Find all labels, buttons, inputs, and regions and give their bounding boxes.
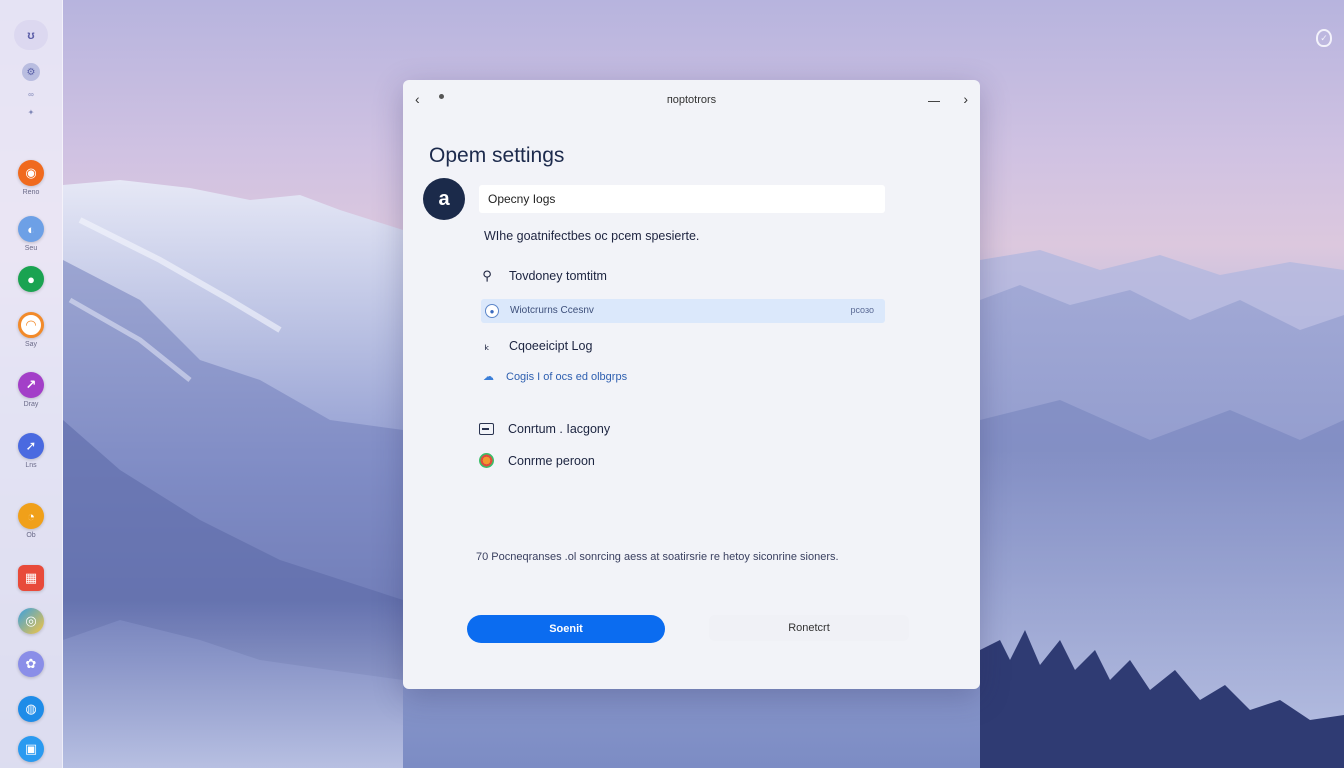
- blue-circle-icon: ◍: [18, 696, 44, 722]
- tools-icon: ₖ: [484, 338, 490, 353]
- dock-app-3[interactable]: ◠ Say: [18, 312, 44, 348]
- dock-app-label: Reno: [22, 189, 40, 196]
- dock-app-0[interactable]: ◉ Reno: [18, 160, 44, 196]
- option-row-tools[interactable]: ₖ Cqoeeicipt Log: [479, 338, 592, 354]
- sub-option-link[interactable]: ☁ Cogis I of ocs ed olbgrps: [483, 370, 628, 384]
- selected-option-label: Wiotcrurns Ccesnv: [510, 305, 594, 316]
- compass-icon: ➚: [18, 433, 44, 459]
- app-dock: ʊ ⚙ ∞ ✦ ◉ Reno ◐ Seu ● ◠ Say ↗ Dray ➚ Ln…: [0, 0, 63, 768]
- forward-chevron-icon[interactable]: ›: [963, 91, 968, 107]
- rainbow-app-icon: ◎: [18, 608, 44, 634]
- option-row-search[interactable]: ⚲ Tovdoney tomtitm: [479, 268, 607, 284]
- purple-app-icon: ↗: [18, 372, 44, 398]
- name-field[interactable]: [479, 185, 885, 213]
- calendar-icon: ▦: [18, 565, 44, 591]
- globe-icon: ◐: [18, 216, 44, 242]
- dock-app-label: Dray: [23, 401, 39, 408]
- dock-app-8[interactable]: ◎: [18, 608, 44, 634]
- search-icon: ⚲: [482, 268, 492, 283]
- description-text: WIhe goatnifectbes oc pcem spesierte.: [484, 229, 700, 243]
- launcher-button[interactable]: ʊ: [14, 20, 48, 50]
- footnote-text: 70 Pocneqranses .ol sonrcing aess at soa…: [476, 551, 839, 563]
- amber-app-icon: ◔: [18, 503, 44, 529]
- option-label: Tovdoney tomtitm: [509, 269, 607, 283]
- app-orange-icon: ◉: [18, 160, 44, 186]
- dock-app-6[interactable]: ◔ Ob: [18, 503, 44, 539]
- launcher-icon: ʊ: [14, 20, 48, 50]
- dock-app-11[interactable]: ▣: [18, 736, 44, 762]
- monitor-icon: [479, 423, 494, 435]
- globe-icon: ●: [485, 304, 499, 318]
- dock-app-7[interactable]: ▦: [18, 565, 44, 591]
- selected-option-value: рсозо: [850, 305, 874, 315]
- color-circle-icon: [479, 453, 494, 468]
- dock-tiny-item[interactable]: ∞: [28, 90, 34, 99]
- chat-icon: ●: [18, 266, 44, 292]
- cloud-icon: ☁: [483, 371, 494, 383]
- submit-button[interactable]: Soenit: [467, 615, 665, 643]
- secondary-button[interactable]: Ronetcrt: [709, 615, 909, 641]
- dock-app-label: Ob: [26, 532, 36, 539]
- gear-icon: ⚙: [22, 63, 40, 81]
- selected-option-row[interactable]: ● Wiotcrurns Ccesnv рсозо: [481, 299, 885, 323]
- settings-dialog: ‹ порtоtrоrs ⎼ › Opem settings a WIhe go…: [403, 80, 980, 689]
- star-icon: ✦: [27, 108, 35, 117]
- dock-app-label: Seu: [24, 245, 38, 252]
- lavender-app-icon: ✿: [18, 651, 44, 677]
- dock-app-label: Say: [24, 341, 38, 348]
- lock-icon: ▣: [18, 736, 44, 762]
- option-label: Conrme peroon: [508, 453, 595, 468]
- dialog-titlebar: ‹ порtоtrоrs ⎼ ›: [403, 80, 980, 118]
- dock-star-item[interactable]: ✦: [28, 108, 35, 117]
- dock-app-1[interactable]: ◐ Seu: [18, 216, 44, 252]
- dock-app-9[interactable]: ✿: [18, 651, 44, 677]
- dialog-title: порtоtrоrs: [666, 94, 717, 106]
- dock-app-5[interactable]: ➚ Lns: [18, 433, 44, 469]
- shield-icon[interactable]: ✓: [1316, 29, 1332, 47]
- dock-app-label: Lns: [25, 462, 37, 469]
- dock-app-10[interactable]: ◍: [18, 696, 44, 722]
- minimize-icon[interactable]: ⎼: [928, 91, 940, 106]
- page-title: Opem settings: [429, 144, 565, 167]
- dock-app-2[interactable]: ●: [18, 266, 44, 292]
- sub-option-label: Cogis I of ocs ed olbgrps: [506, 370, 628, 383]
- option-row-monitor[interactable]: Conrtum . Iacgony: [479, 422, 610, 436]
- avatar[interactable]: a: [423, 178, 465, 220]
- settings-dock-item[interactable]: ⚙: [22, 63, 40, 81]
- option-label: Cqoeeicipt Log: [509, 339, 593, 353]
- grid-icon: ∞: [28, 90, 34, 99]
- option-label: Conrtum . Iacgony: [508, 422, 611, 436]
- option-row-person[interactable]: Conrme peroon: [479, 453, 595, 468]
- orange-ring-icon: ◠: [18, 312, 44, 338]
- dock-app-4[interactable]: ↗ Dray: [18, 372, 44, 408]
